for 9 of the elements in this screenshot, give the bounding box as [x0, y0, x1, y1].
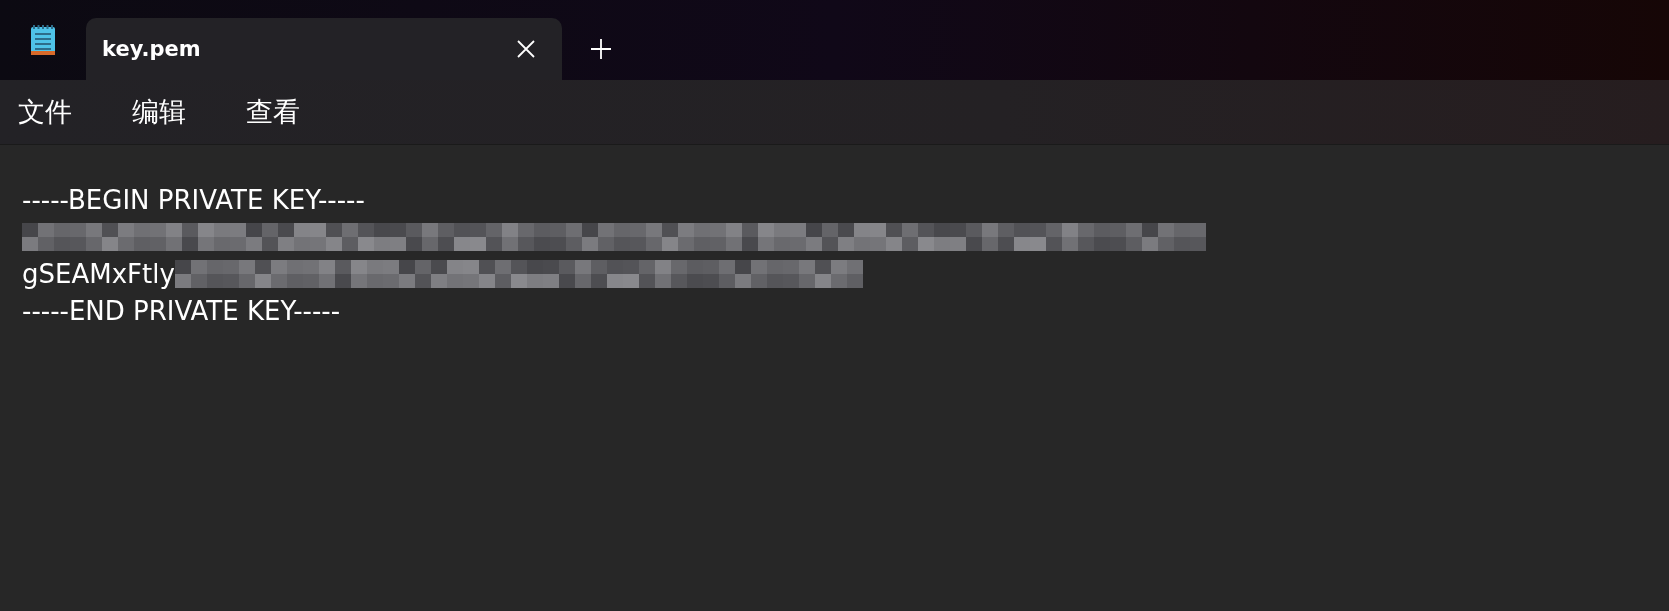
key-line: -----END PRIVATE KEY----- [22, 295, 341, 326]
menu-item[interactable]: 查看 [234, 88, 312, 136]
menu-item[interactable]: 编辑 [120, 88, 198, 136]
key-line: gSEAMxFtly [22, 258, 175, 289]
file-tab[interactable]: key.pem [86, 18, 562, 80]
key-line: -----BEGIN PRIVATE KEY----- [22, 184, 365, 215]
menu-item[interactable]: 文件 [6, 88, 84, 136]
notepad-icon [30, 24, 56, 56]
tab-title: key.pem [102, 37, 202, 61]
